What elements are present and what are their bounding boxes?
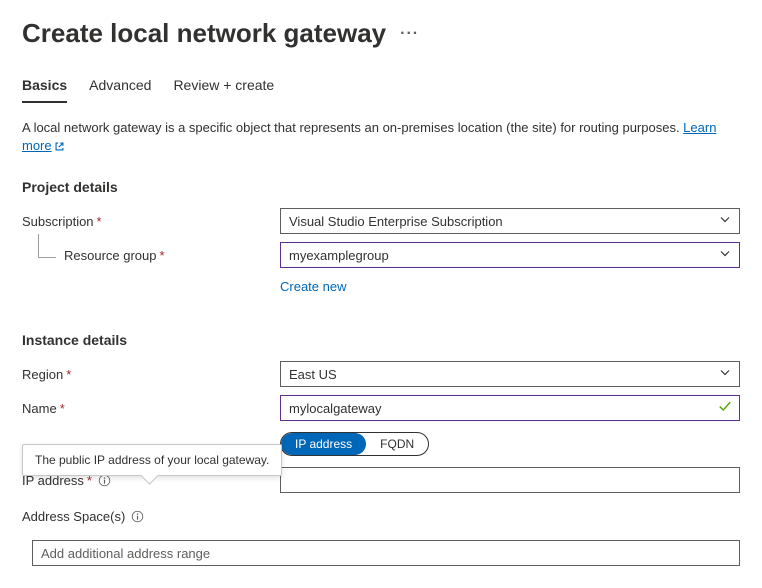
section-project-details: Project details bbox=[22, 179, 740, 195]
chevron-down-icon bbox=[719, 248, 731, 263]
info-icon[interactable] bbox=[131, 510, 144, 523]
address-space-input[interactable] bbox=[32, 540, 740, 566]
label-resource-group: Resource group bbox=[64, 248, 157, 263]
row-address-space: Address Space(s) bbox=[22, 502, 740, 530]
chevron-down-icon bbox=[719, 214, 731, 229]
required-asterisk: * bbox=[66, 367, 71, 382]
tooltip-ip-address: The public IP address of your local gate… bbox=[22, 444, 282, 476]
check-icon bbox=[718, 400, 732, 417]
required-asterisk: * bbox=[160, 248, 165, 263]
row-resource-group: Resource group * myexamplegroup bbox=[22, 241, 740, 269]
endpoint-fqdn-option[interactable]: FQDN bbox=[366, 433, 428, 455]
tab-basics[interactable]: Basics bbox=[22, 77, 67, 103]
resource-group-dropdown[interactable]: myexamplegroup bbox=[280, 242, 740, 268]
create-new-link[interactable]: Create new bbox=[280, 279, 346, 294]
row-name: Name * bbox=[22, 394, 740, 422]
region-dropdown[interactable]: East US bbox=[280, 361, 740, 387]
required-asterisk: * bbox=[97, 214, 102, 229]
tab-advanced[interactable]: Advanced bbox=[89, 77, 151, 103]
ip-address-input[interactable] bbox=[280, 467, 740, 493]
label-name: Name bbox=[22, 401, 57, 416]
label-subscription: Subscription bbox=[22, 214, 94, 229]
tabs: Basics Advanced Review + create bbox=[22, 77, 740, 103]
indent-connector bbox=[38, 234, 56, 258]
row-subscription: Subscription * Visual Studio Enterprise … bbox=[22, 207, 740, 235]
row-region: Region * East US bbox=[22, 360, 740, 388]
name-input[interactable] bbox=[280, 395, 740, 421]
external-link-icon bbox=[54, 139, 65, 157]
label-address-space: Address Space(s) bbox=[22, 509, 125, 524]
row-create-new: Create new bbox=[22, 275, 740, 308]
tab-review-create[interactable]: Review + create bbox=[173, 77, 274, 103]
required-asterisk: * bbox=[60, 401, 65, 416]
description-text: A local network gateway is a specific ob… bbox=[22, 119, 740, 157]
endpoint-ip-option[interactable]: IP address bbox=[281, 433, 366, 455]
subscription-dropdown[interactable]: Visual Studio Enterprise Subscription bbox=[280, 208, 740, 234]
endpoint-toggle: IP address FQDN bbox=[280, 432, 429, 456]
label-region: Region bbox=[22, 367, 63, 382]
chevron-down-icon bbox=[719, 367, 731, 382]
section-instance-details: Instance details bbox=[22, 332, 740, 348]
page-title-text: Create local network gateway bbox=[22, 18, 386, 49]
more-icon[interactable]: ··· bbox=[400, 25, 419, 43]
page-title: Create local network gateway ··· bbox=[22, 18, 740, 49]
